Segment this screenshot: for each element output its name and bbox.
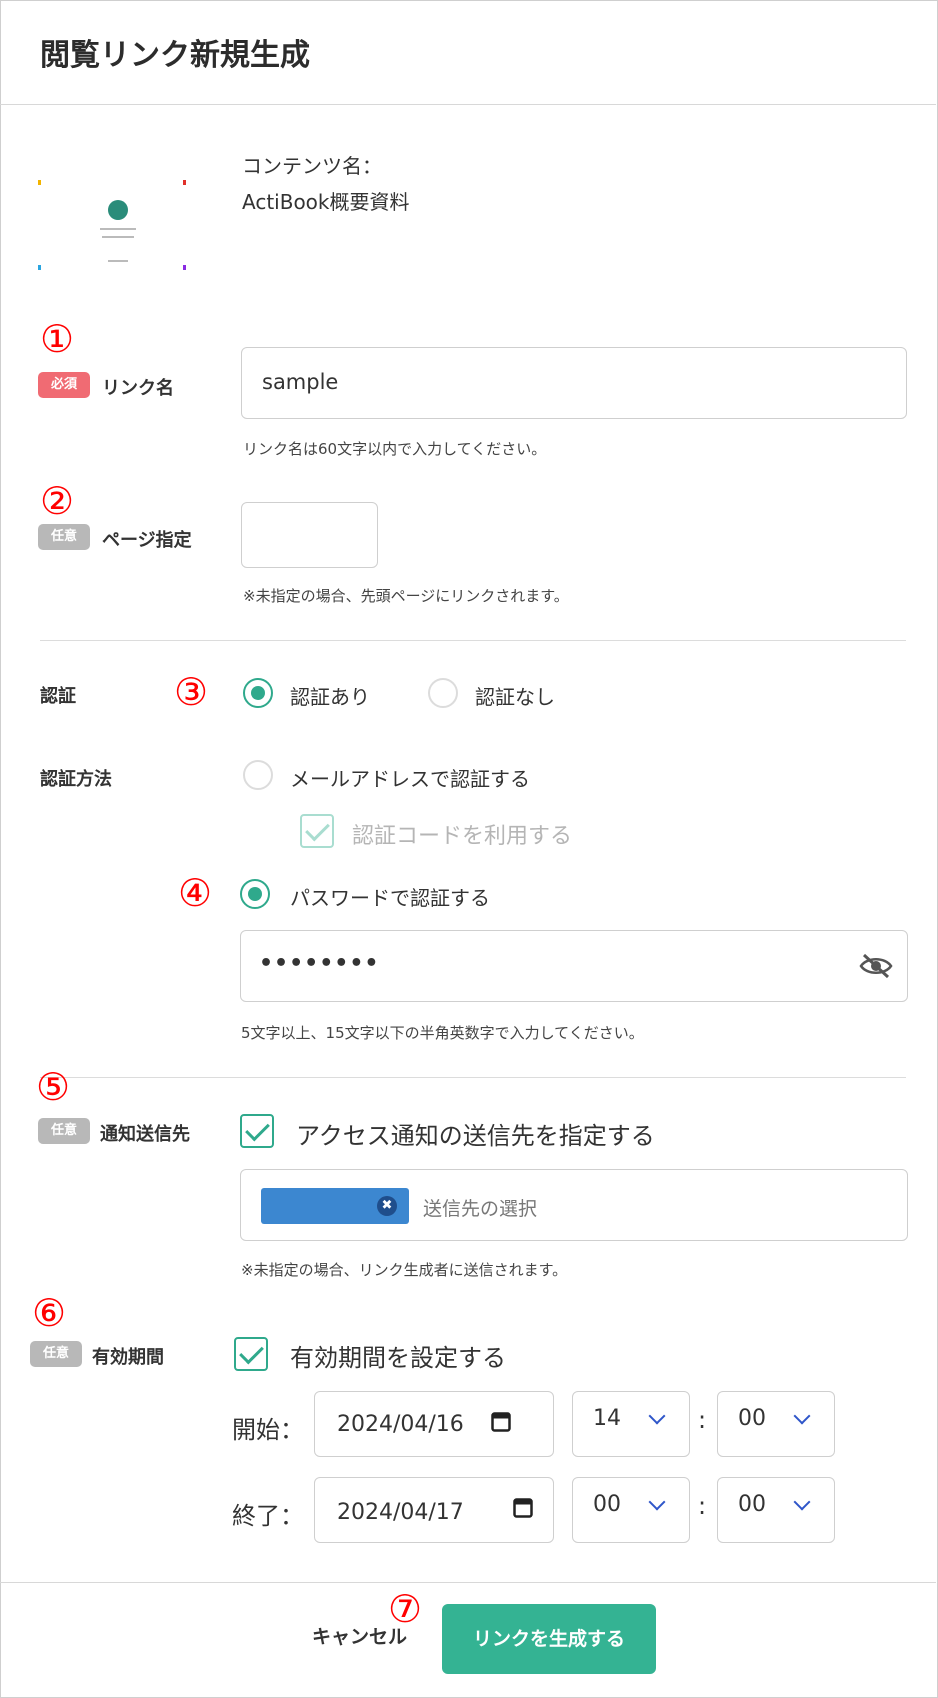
required-badge: 必須 (38, 372, 90, 398)
page-input[interactable] (241, 502, 378, 568)
optional-badge: 任意 (38, 524, 90, 550)
page-label: ページ指定 (102, 530, 192, 551)
password-help: 5文字以上、15文字以下の半角英数字で入力してください。 (241, 1024, 644, 1042)
end-date-input[interactable]: 2024/04/17 (314, 1477, 554, 1543)
remove-tag-icon[interactable]: ✖ (377, 1196, 397, 1216)
auth-with-radio[interactable] (243, 678, 273, 708)
validity-checkbox[interactable] (234, 1337, 268, 1371)
link-name-input[interactable]: sample (241, 347, 907, 419)
chevron-down-icon (793, 1407, 811, 1425)
generate-link-button[interactable]: リンクを生成する (442, 1604, 656, 1674)
link-name-value: sample (262, 370, 339, 394)
start-minute-value: 00 (738, 1406, 766, 1431)
notify-label: 通知送信先 (100, 1124, 190, 1145)
end-date-value: 2024/04/17 (337, 1500, 464, 1525)
start-minute-select[interactable]: 00 (717, 1391, 835, 1457)
annotation-2: ② (40, 479, 75, 523)
annotation-6: ⑥ (32, 1291, 67, 1335)
auth-with-label[interactable]: 認証あり (290, 681, 370, 710)
auth-email-label[interactable]: メールアドレスで認証する (290, 763, 530, 792)
dialog-title: 閲覧リンク新規生成 (40, 38, 310, 73)
auth-without-radio[interactable] (428, 678, 458, 708)
annotation-3: ③ (174, 670, 209, 714)
divider (40, 1077, 906, 1078)
start-hour-select[interactable]: 14 (572, 1391, 690, 1457)
content-name: ActiBook概要資料 (242, 190, 410, 214)
calendar-icon[interactable] (513, 1496, 533, 1518)
password-value: •••••••• (259, 951, 380, 976)
dialog-footer-divider (0, 1582, 936, 1583)
notify-checkbox[interactable] (240, 1114, 274, 1148)
notify-checkbox-label[interactable]: アクセス通知の送信先を指定する (296, 1116, 655, 1151)
end-label: 終了： (232, 1502, 304, 1530)
end-hour-value: 00 (593, 1492, 621, 1517)
content-label: コンテンツ名： (242, 154, 382, 178)
calendar-icon[interactable] (491, 1410, 511, 1432)
chevron-down-icon (793, 1493, 811, 1511)
annotation-4: ④ (178, 871, 213, 915)
page-help: ※未指定の場合、先頭ページにリンクされます。 (243, 587, 569, 605)
password-input[interactable]: •••••••• (240, 930, 908, 1002)
start-label: 開始： (232, 1416, 304, 1444)
start-date-value: 2024/04/16 (337, 1412, 464, 1437)
start-hour-value: 14 (593, 1406, 621, 1431)
link-name-help: リンク名は60文字以内で入力してください。 (243, 440, 547, 458)
end-hour-select[interactable]: 00 (572, 1477, 690, 1543)
recipient-tag: ✖ (261, 1188, 409, 1224)
auth-without-label[interactable]: 認証なし (475, 681, 555, 710)
start-date-input[interactable]: 2024/04/16 (314, 1391, 554, 1457)
eye-off-icon[interactable] (859, 953, 893, 979)
divider (40, 640, 906, 641)
dialog-header: 閲覧リンク新規生成 (0, 0, 936, 105)
auth-email-radio[interactable] (243, 760, 273, 790)
chevron-down-icon (648, 1493, 666, 1511)
optional-badge: 任意 (38, 1118, 90, 1144)
auth-method-label: 認証方法 (40, 769, 112, 790)
recipient-placeholder: 送信先の選択 (423, 1198, 538, 1220)
annotation-1: ① (40, 317, 75, 361)
optional-badge: 任意 (30, 1341, 82, 1367)
auth-password-radio[interactable] (240, 879, 270, 909)
notify-help: ※未指定の場合、リンク生成者に送信されます。 (241, 1261, 568, 1279)
annotation-5: ⑤ (36, 1065, 71, 1109)
time-colon: : (698, 1406, 707, 1434)
time-colon: : (698, 1492, 707, 1520)
end-minute-value: 00 (738, 1492, 766, 1517)
chevron-down-icon (648, 1407, 666, 1425)
auth-code-checkbox[interactable] (300, 814, 334, 848)
auth-password-label[interactable]: パスワードで認証する (290, 882, 490, 911)
notify-recipient-select[interactable]: ✖ 送信先の選択 (240, 1169, 908, 1241)
validity-checkbox-label[interactable]: 有効期間を設定する (290, 1338, 506, 1373)
validity-label: 有効期間 (92, 1347, 164, 1368)
content-thumbnail (38, 180, 202, 270)
end-minute-select[interactable]: 00 (717, 1477, 835, 1543)
auth-label: 認証 (40, 686, 76, 707)
link-name-label: リンク名 (102, 378, 174, 399)
auth-code-label[interactable]: 認証コードを利用する (352, 818, 572, 850)
annotation-7: ⑦ (388, 1587, 423, 1631)
